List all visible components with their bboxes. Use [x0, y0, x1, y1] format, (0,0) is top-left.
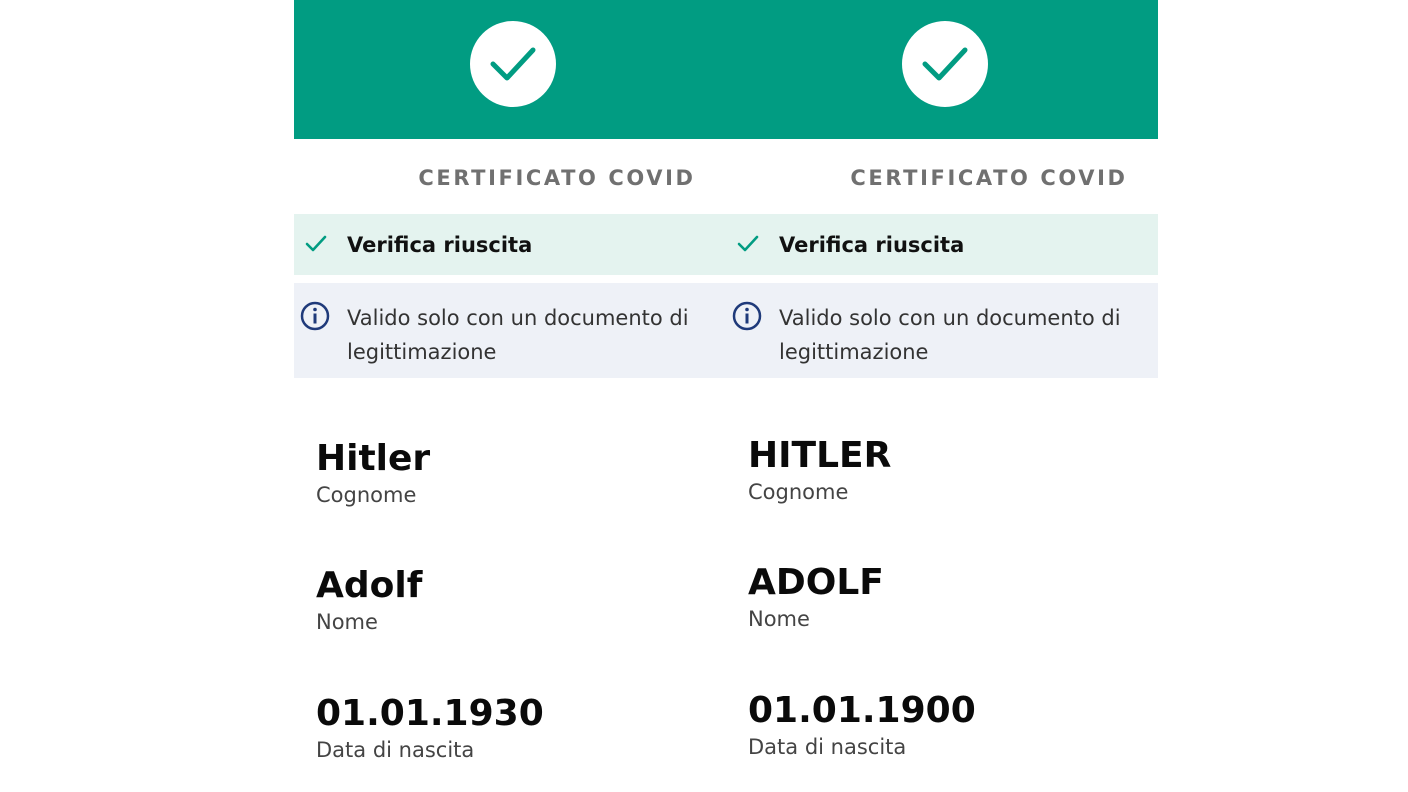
birth-date-field: 01.01.1900 Data di nascita	[748, 691, 976, 760]
given-name-field: Adolf Nome	[316, 566, 422, 635]
birth-date-label: Data di nascita	[748, 735, 907, 759]
given-name-label: Nome	[316, 610, 378, 634]
surname-label: Cognome	[748, 480, 849, 504]
info-icon	[732, 301, 762, 331]
birth-date-label: Data di nascita	[316, 738, 475, 762]
surname-field: HITLER Cognome	[748, 436, 891, 505]
verification-status-label: Verifica riuscita	[779, 233, 965, 257]
given-name-field: ADOLF Nome	[748, 563, 884, 632]
success-header	[726, 0, 1158, 139]
success-header	[294, 0, 726, 139]
certificate-screen-right: CERTIFICATO COVID Verifica riuscita Vali…	[726, 0, 1158, 792]
info-icon	[300, 301, 330, 331]
given-name-value: ADOLF	[748, 562, 884, 603]
certificate-title: CERTIFICATO COVID	[418, 166, 696, 190]
birth-date-value: 01.01.1930	[316, 693, 544, 734]
verification-status: Verifica riuscita	[726, 214, 1158, 275]
info-notice-text: Valido solo con un documento di legittim…	[779, 306, 1121, 364]
verification-status: Verifica riuscita	[294, 214, 726, 275]
info-notice: Valido solo con un documento di legittim…	[294, 283, 726, 378]
checkmark-icon	[737, 235, 759, 252]
info-notice-text: Valido solo con un documento di legittim…	[347, 306, 689, 364]
surname-label: Cognome	[316, 483, 417, 507]
certificate-title: CERTIFICATO COVID	[850, 166, 1128, 190]
birth-date-value: 01.01.1900	[748, 690, 976, 731]
info-notice: Valido solo con un documento di legittim…	[726, 283, 1158, 378]
verification-status-label: Verifica riuscita	[347, 233, 533, 257]
surname-value: HITLER	[748, 435, 892, 476]
given-name-value: Adolf	[316, 565, 423, 606]
certificate-screen-left: CERTIFICATO COVID Verifica riuscita Vali…	[294, 0, 726, 792]
checkmark-icon	[305, 235, 327, 252]
surname-field: Hitler Cognome	[316, 439, 430, 508]
given-name-label: Nome	[748, 607, 810, 631]
surname-value: Hitler	[316, 438, 431, 479]
birth-date-field: 01.01.1930 Data di nascita	[316, 694, 544, 763]
success-check-icon	[902, 21, 988, 107]
success-check-icon	[470, 21, 556, 107]
